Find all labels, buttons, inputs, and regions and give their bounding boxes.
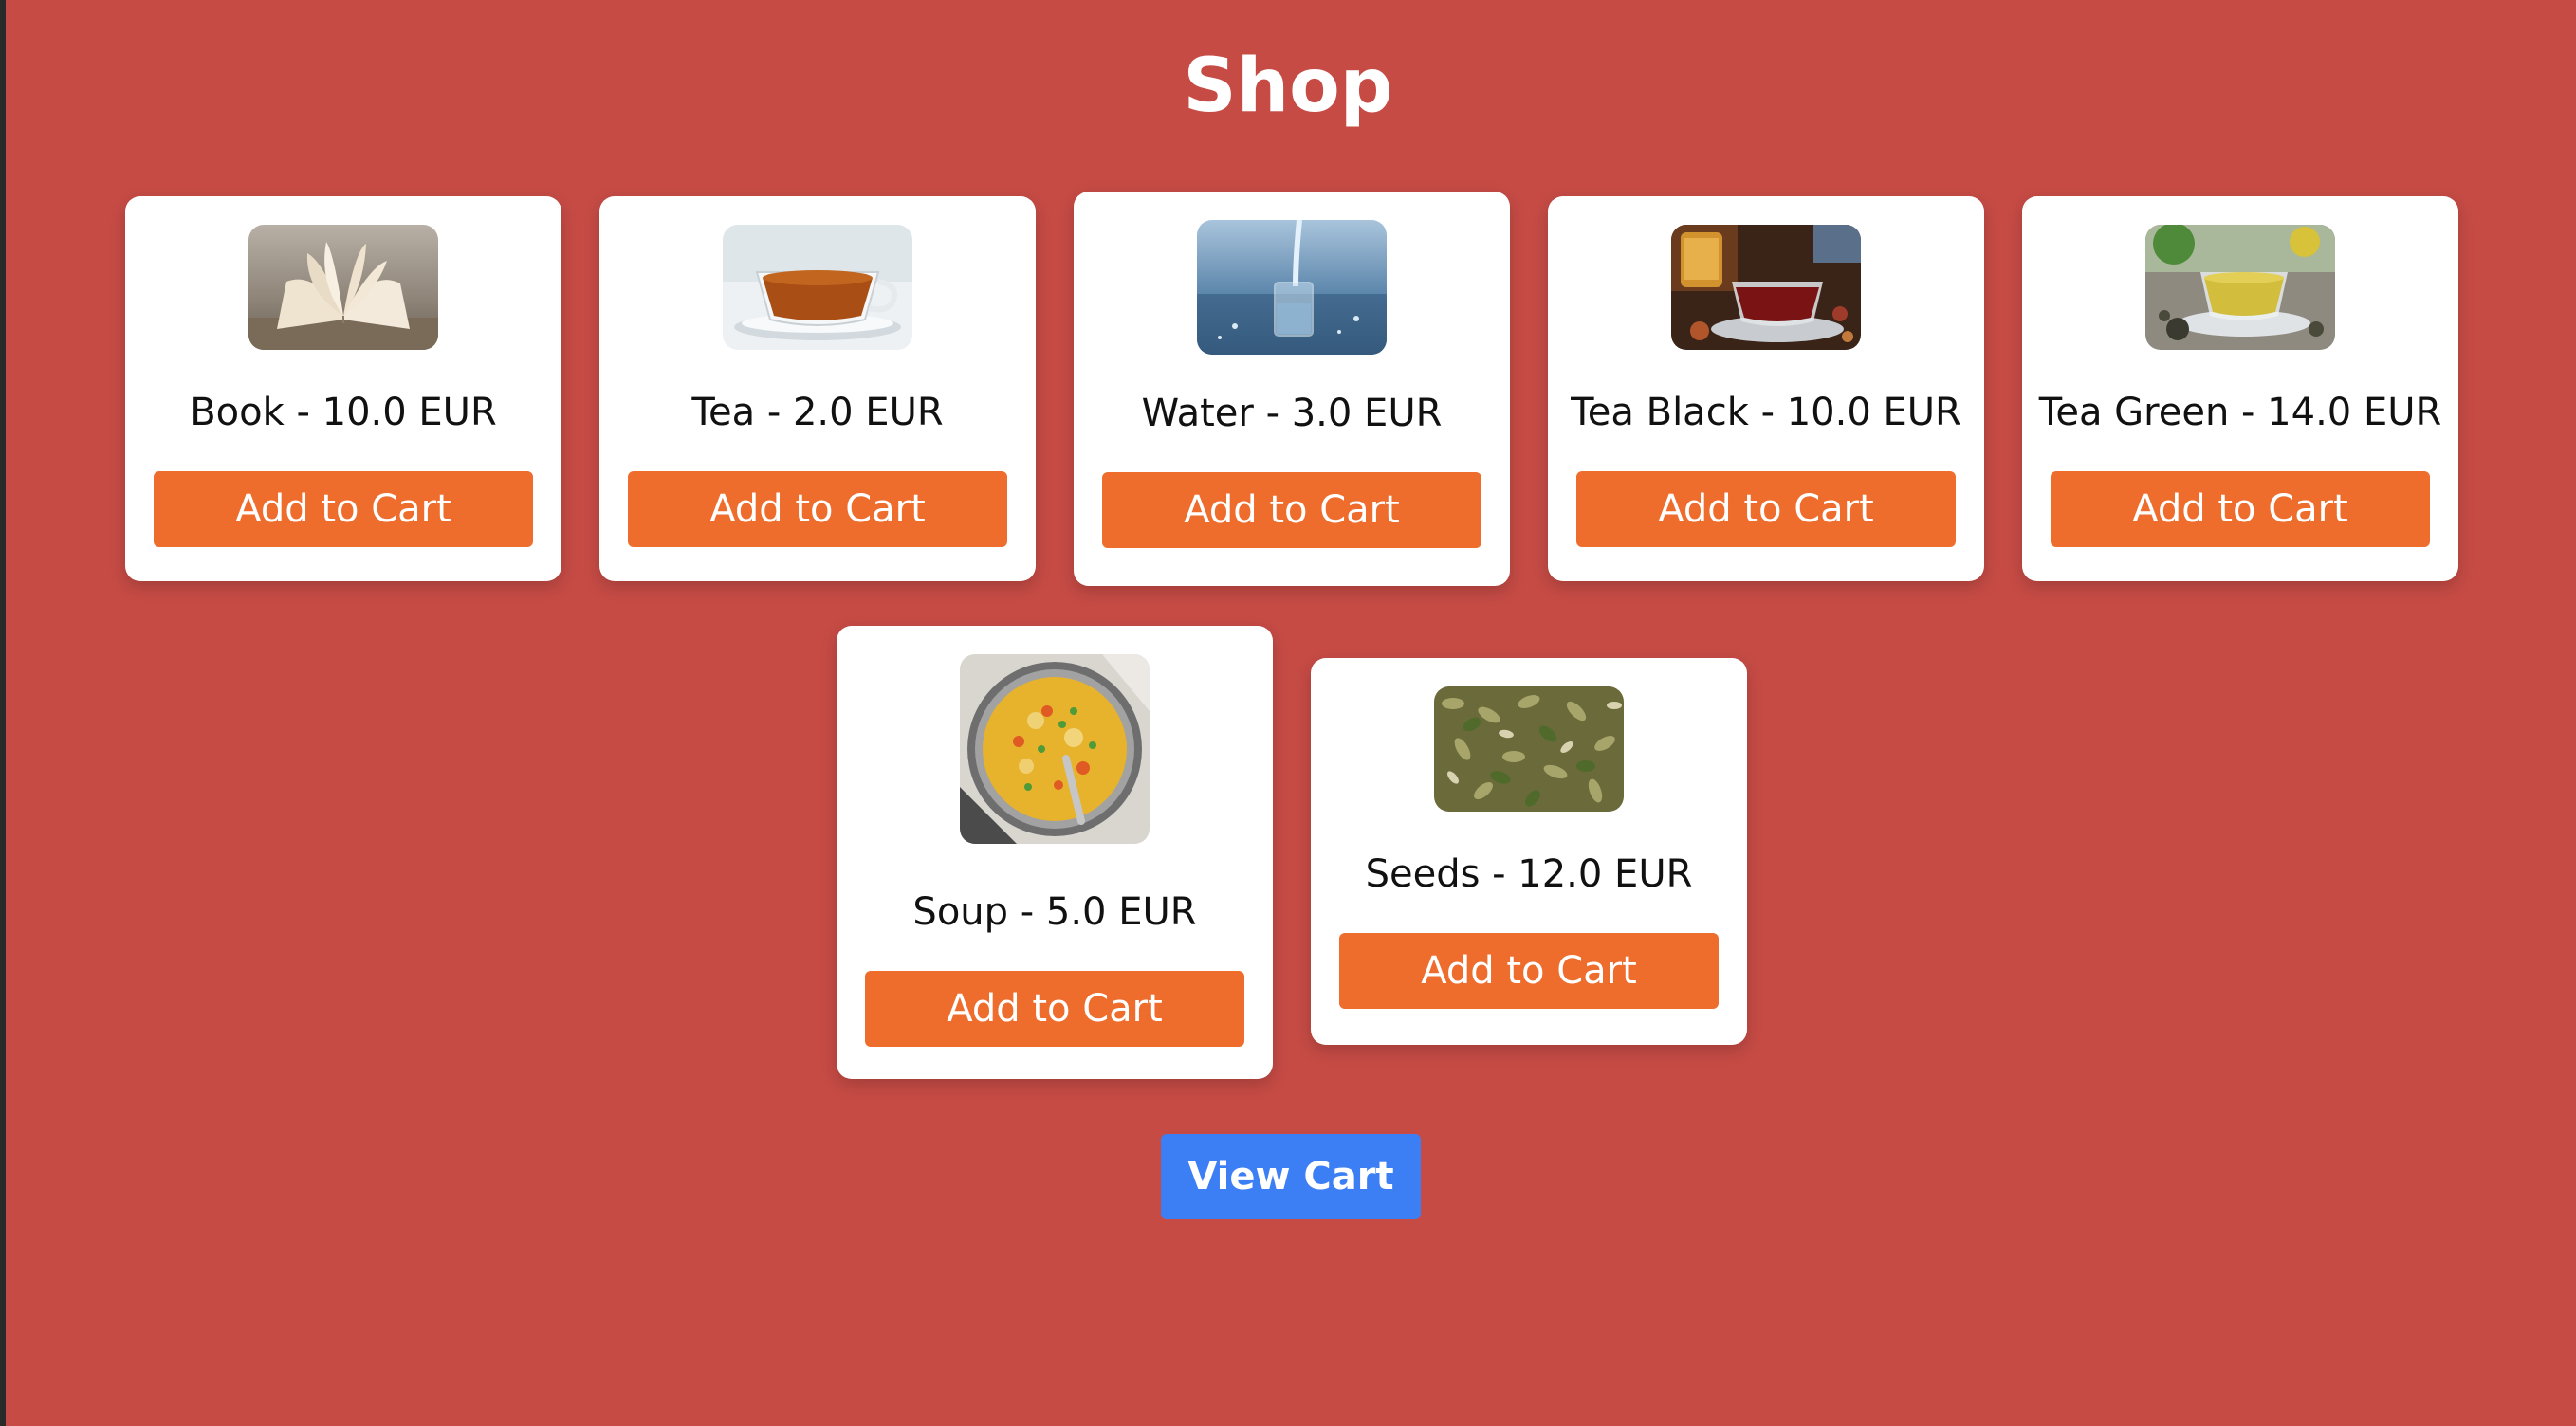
water-glass-photo [1197,220,1387,355]
add-to-cart-button-seeds[interactable]: Add to Cart [1339,933,1719,1009]
window-edge [0,0,6,1426]
tea-cup-photo [723,225,912,350]
black-tea-photo [1671,225,1861,350]
product-card-tea-green: Tea Green - 14.0 EUR Add to Cart [2022,196,2458,581]
add-to-cart-button-soup[interactable]: Add to Cart [865,971,1244,1047]
product-label: Book - 10.0 EUR [190,391,497,434]
add-to-cart-button-tea-green[interactable]: Add to Cart [2051,471,2430,547]
seeds-photo [1434,686,1624,812]
open-book-photo [248,225,438,350]
add-to-cart-button-book[interactable]: Add to Cart [154,471,533,547]
add-to-cart-button-water[interactable]: Add to Cart [1102,472,1481,548]
add-to-cart-button-tea[interactable]: Add to Cart [628,471,1007,547]
product-label: Tea Green - 14.0 EUR [2038,391,2442,434]
product-card-tea: Tea - 2.0 EUR Add to Cart [599,196,1036,581]
product-card-seeds: Seeds - 12.0 EUR Add to Cart [1311,658,1747,1045]
green-tea-photo [2145,225,2335,350]
view-cart-button[interactable]: View Cart [1161,1134,1421,1219]
add-to-cart-button-tea-black[interactable]: Add to Cart [1576,471,1956,547]
product-card-book: Book - 10.0 EUR Add to Cart [125,196,561,581]
product-label: Water - 3.0 EUR [1141,392,1443,435]
product-label: Seeds - 12.0 EUR [1365,852,1693,896]
product-card-soup: Soup - 5.0 EUR Add to Cart [837,626,1273,1079]
product-label: Soup - 5.0 EUR [912,890,1197,934]
product-card-water: Water - 3.0 EUR Add to Cart [1074,192,1510,586]
product-label: Tea Black - 10.0 EUR [1571,391,1961,434]
soup-bowl-photo [960,654,1150,844]
page-title: Shop [1183,44,1393,129]
product-card-tea-black: Tea Black - 10.0 EUR Add to Cart [1548,196,1984,581]
product-label: Tea - 2.0 EUR [691,391,944,434]
